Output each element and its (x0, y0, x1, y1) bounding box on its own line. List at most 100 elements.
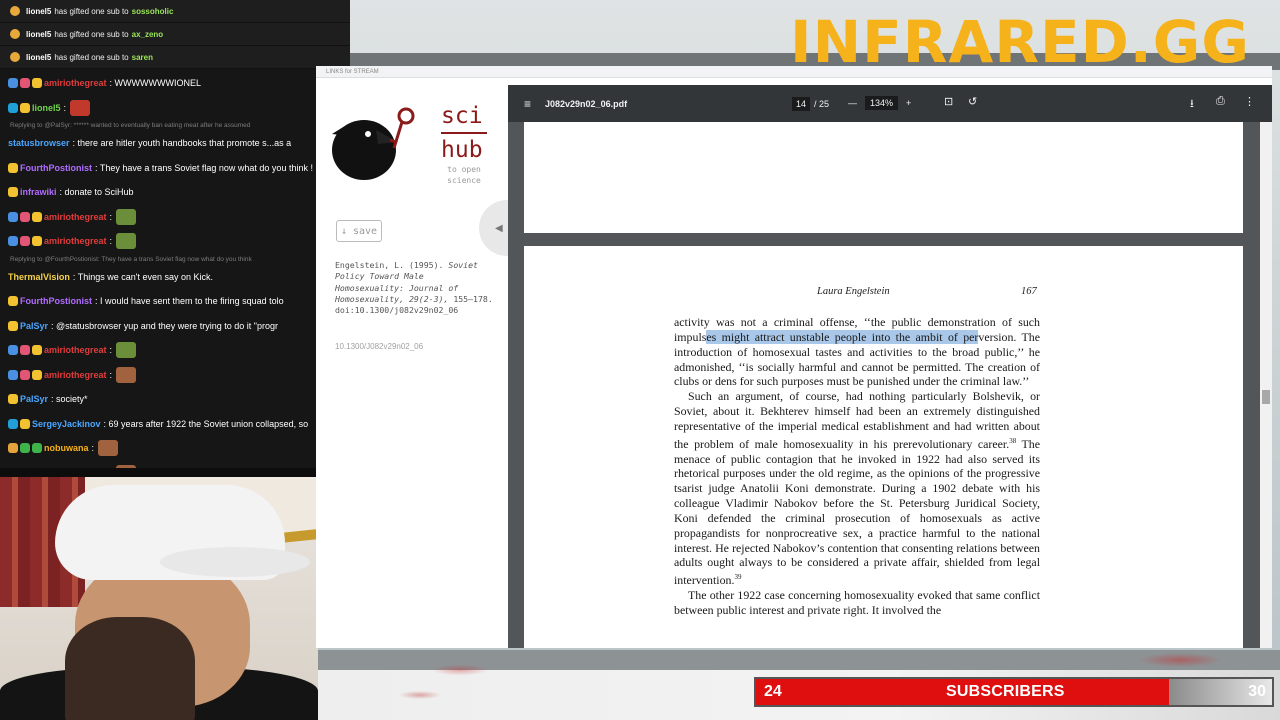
gift-icon (10, 6, 20, 16)
chat-text: : I would have sent them to the firing s… (95, 296, 284, 307)
chat-username[interactable]: amiriothegreat (44, 370, 107, 380)
chat-text: : (109, 369, 113, 380)
chat-username[interactable]: lionel5 (32, 103, 61, 113)
bookmarks-bar[interactable]: LINKS for STREAM (316, 66, 1272, 78)
emote-icon (98, 440, 119, 457)
scrollbar-thumb[interactable] (1262, 390, 1270, 404)
chat-username[interactable]: amiriothegreat (44, 212, 107, 222)
download-icon[interactable]: ⭳ (1190, 95, 1194, 114)
chat-username[interactable]: nobuwana (44, 443, 89, 453)
chat-text: : society* (51, 394, 88, 405)
chat-separator (0, 468, 350, 477)
goal-target: 30 (1248, 683, 1266, 700)
page-total: / 25 (814, 99, 830, 109)
chat-username[interactable]: statusbrowser (8, 138, 70, 148)
fit-page-icon[interactable]: ⊡ (944, 95, 953, 108)
scrollbar[interactable] (1260, 122, 1272, 648)
chat-message: statusbrowser: there are hitler youth ha… (0, 131, 350, 156)
gift-text: has gifted one sub to (54, 52, 129, 62)
scihub-raven-icon (332, 107, 415, 180)
browser-window: LINKS for STREAM sci hub to open science… (316, 66, 1272, 648)
emote-icon (70, 99, 91, 116)
gifter-name[interactable]: lionel5 (26, 30, 51, 39)
chat-message: FourthPostionist: I would have sent them… (0, 289, 350, 314)
chat-badge-icon (8, 102, 18, 113)
scihub-logo-text: sci hub (441, 100, 487, 166)
zoom-input[interactable]: 134% (865, 96, 899, 110)
chat-badge-icon (32, 78, 42, 89)
text-run: The menace of public contagion that he i… (674, 436, 1040, 588)
print-icon[interactable]: ⎙ (1216, 95, 1225, 108)
chat-badge-icon (8, 78, 18, 89)
gifter-name[interactable]: lionel5 (26, 7, 51, 16)
chat-message: infrawiki: donate to SciHub (0, 180, 350, 205)
chat-text: : (109, 345, 113, 356)
chat-badge-icon (20, 443, 30, 454)
footnote-ref: 39 (734, 573, 742, 582)
chat-username[interactable]: amiriothegreat (44, 236, 107, 246)
pdf-filename: J082v29n02_06.pdf (545, 98, 628, 109)
chat-text: : WWWWWWWIONEL (109, 78, 202, 89)
logo-line-hub: hub (441, 132, 487, 166)
chat-badge-icon (32, 369, 42, 380)
more-options-icon[interactable]: ⋮ (1244, 95, 1255, 108)
streamer-cap-bill (160, 547, 310, 577)
chat-text: : donate to SciHub (59, 187, 134, 198)
recipient-name[interactable]: sossoholic (132, 7, 174, 16)
chat-username[interactable]: infrawiki (20, 187, 57, 197)
emote-icon (116, 366, 137, 383)
text-run: Such an argument, of course, had nothing… (674, 389, 1040, 451)
chat-username[interactable]: ThermalVision (8, 272, 70, 282)
chat-badge-icon (8, 162, 18, 173)
chat-username[interactable]: SergeyJackinov (32, 419, 101, 429)
chat-message: amiriothegreat: (0, 229, 350, 254)
chat-badge-icon (20, 102, 30, 113)
streamer-beard (65, 617, 195, 720)
chat-text: : (63, 102, 67, 113)
reply-context: Replying to @PalSyr: ****** wanted to ev… (10, 122, 251, 129)
pdf-page-current: Laura Engelstein 167 activity was not a … (524, 246, 1243, 648)
gift-icon (10, 52, 20, 62)
chat-badge-icon (8, 418, 18, 429)
gifter-name[interactable]: lionel5 (26, 53, 51, 62)
chat-message: PalSyr: society* (0, 387, 350, 412)
chat-badge-icon (20, 78, 30, 89)
citation-doi[interactable]: doi:10.1300/j082v29n02_06 (335, 305, 458, 315)
chat-message: SergeyJackinov: 69 years after 1922 the … (0, 412, 350, 437)
chat-username[interactable]: amiriothegreat (44, 78, 107, 88)
rotate-icon[interactable]: ↺ (968, 95, 977, 108)
running-head: Laura Engelstein (817, 286, 890, 297)
bookmark-label[interactable]: LINKS for STREAM (326, 69, 379, 75)
chat-text: : (109, 211, 113, 222)
chevron-left-icon: ◀ (495, 222, 503, 234)
save-button[interactable]: ↓ save (336, 220, 382, 242)
pdf-toolbar: ≡ J082v29n02_06.pdf 14 / 25 — 134% + ⊡ ↺… (508, 85, 1272, 122)
chat-username[interactable]: FourthPostionist (20, 296, 92, 306)
chat-message: FourthPostionist: They have a trans Sovi… (0, 156, 350, 181)
recipient-name[interactable]: saren (132, 53, 153, 62)
reply-context: Replying to @FourthPostionist: They have… (10, 255, 252, 263)
goal-current: 24 (764, 683, 782, 700)
chat-badge-icon (20, 211, 30, 222)
chat-message: nobuwana: (0, 436, 350, 461)
chat-message: amiriothegreat: WWWWWWWIONEL (0, 71, 350, 96)
chat-username[interactable]: amiriothegreat (44, 345, 107, 355)
chat-message: ThermalVision: Things we can't even say … (0, 265, 350, 290)
zoom-controls: — 134% + (848, 96, 911, 110)
page-number: 167 (1021, 286, 1037, 297)
chat-text: : They have a trans Soviet flag now what… (95, 162, 313, 173)
chat-username[interactable]: FourthPostionist (20, 163, 92, 173)
gift-icon (10, 29, 20, 39)
doi-link[interactable]: 10.1300/J082v29n02_06 (335, 342, 423, 351)
text-selection[interactable]: es might attract unstable people into th… (706, 329, 979, 344)
menu-icon[interactable]: ≡ (524, 97, 531, 111)
chat-username[interactable]: PalSyr (20, 394, 48, 404)
citation-author: Engelstein, L. (1995). (335, 260, 444, 270)
recipient-name[interactable]: ax_zeno (132, 30, 164, 39)
zoom-in-button[interactable]: + (906, 98, 911, 108)
zoom-out-button[interactable]: — (848, 98, 857, 108)
chat-text: : (109, 236, 113, 247)
gift-sub-notice: lionel5 has gifted one sub to ax_zeno (0, 23, 350, 46)
chat-username[interactable]: PalSyr (20, 321, 48, 331)
page-input[interactable]: 14 (792, 97, 811, 111)
